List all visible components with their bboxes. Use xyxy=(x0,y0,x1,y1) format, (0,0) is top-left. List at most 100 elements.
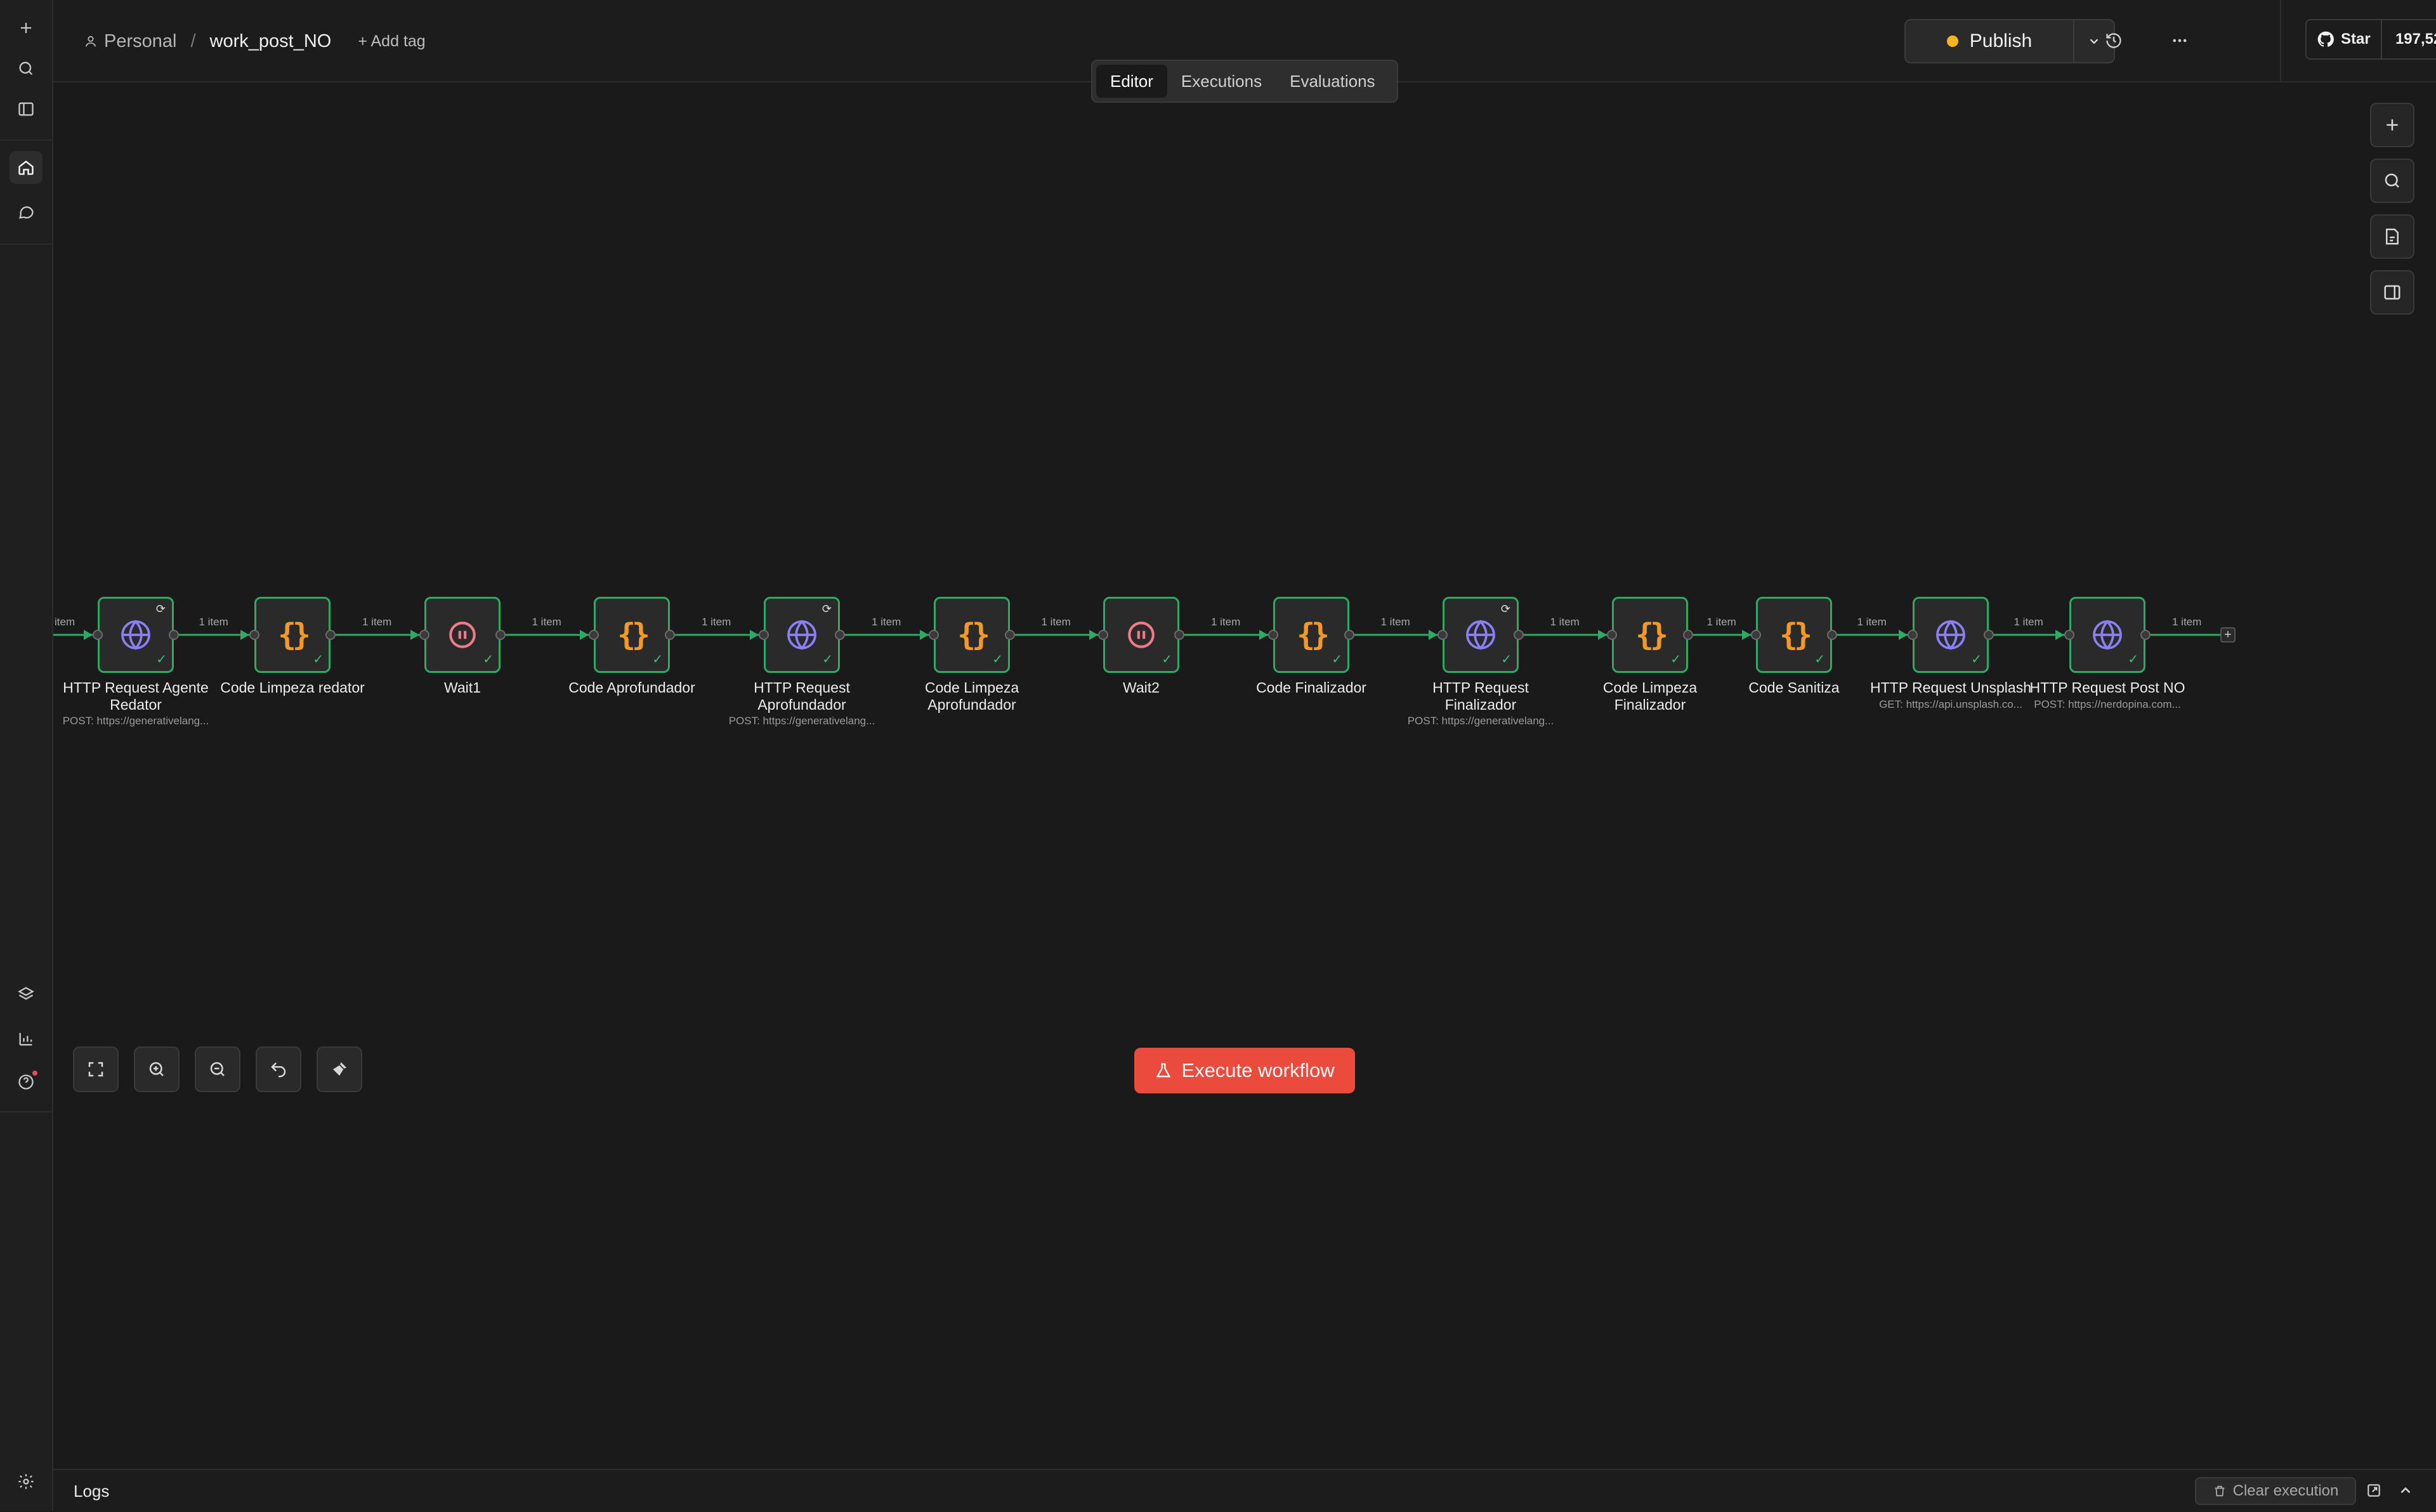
node-label: Wait2 xyxy=(1123,679,1160,696)
workflow-node-code[interactable]: {} ✓ xyxy=(1273,597,1349,673)
node-subtitle: POST: https://nerdopina.com... xyxy=(2034,698,2181,710)
edge-item-count: 1 item xyxy=(1211,616,1241,628)
input-port[interactable] xyxy=(589,630,599,640)
zoom-out-icon xyxy=(210,1062,225,1076)
code-braces-icon: {} xyxy=(957,617,990,653)
output-port[interactable] xyxy=(495,630,506,640)
connection-arrow xyxy=(920,630,929,640)
logs-title[interactable]: Logs xyxy=(74,1482,109,1501)
success-check-icon: ✓ xyxy=(483,653,494,667)
input-port[interactable] xyxy=(93,630,103,640)
input-port[interactable] xyxy=(929,630,939,640)
pop-out-icon[interactable] xyxy=(2362,1479,2385,1502)
workflow-node-code[interactable]: {} ✓ xyxy=(934,597,1010,673)
output-port[interactable] xyxy=(1683,630,1693,640)
undo-icon xyxy=(271,1062,286,1078)
node-label: Code Limpeza Finalizador xyxy=(1602,679,1698,713)
globe-icon xyxy=(1466,620,1495,650)
pause-icon xyxy=(1128,622,1155,648)
output-port[interactable] xyxy=(835,630,845,640)
workflow-node-code[interactable]: {} ✓ xyxy=(594,597,670,673)
output-port[interactable] xyxy=(2140,630,2151,640)
code-braces-icon: {} xyxy=(617,617,650,653)
workflow-node-wait[interactable]: ✓ xyxy=(424,597,501,673)
success-check-icon: ✓ xyxy=(1501,653,1512,667)
success-check-icon: ✓ xyxy=(313,653,324,667)
output-port[interactable] xyxy=(665,630,675,640)
success-check-icon: ✓ xyxy=(1971,653,1982,667)
node-label: HTTP Request Agente Redator xyxy=(63,679,209,713)
input-port[interactable] xyxy=(419,630,429,640)
input-port[interactable] xyxy=(759,630,769,640)
broom-icon xyxy=(333,1062,347,1076)
node-label: Code Limpeza redator xyxy=(220,679,365,696)
code-braces-icon: {} xyxy=(1297,617,1330,653)
success-check-icon: ✓ xyxy=(652,653,663,667)
input-port[interactable] xyxy=(1437,630,1448,640)
input-port[interactable] xyxy=(1607,630,1617,640)
clear-execution-button[interactable]: Clear execution xyxy=(2195,1477,2356,1505)
node-subtitle: GET: https://api.unsplash.co... xyxy=(1879,698,2022,710)
chevron-up-icon[interactable] xyxy=(2394,1479,2417,1502)
input-port[interactable] xyxy=(1268,630,1278,640)
workflow-node-code[interactable]: {} ✓ xyxy=(254,597,331,673)
output-port[interactable] xyxy=(1514,630,1524,640)
success-check-icon: ✓ xyxy=(1670,653,1681,667)
workflow-node-code[interactable]: {} ✓ xyxy=(1612,597,1688,673)
input-port[interactable] xyxy=(249,630,259,640)
trash-icon xyxy=(2215,1485,2224,1497)
workflow-node-wait[interactable]: ✓ xyxy=(1103,597,1179,673)
workflow-node-http[interactable]: ✓ ⟳ xyxy=(1443,597,1519,673)
edge-item-count: 1 item xyxy=(702,616,731,628)
workflow-node-http[interactable]: ✓ xyxy=(2069,597,2145,673)
globe-icon xyxy=(1936,620,1965,650)
connection-arrow xyxy=(1742,630,1751,640)
connection-arrow xyxy=(240,630,249,640)
flask-icon xyxy=(1156,1063,1171,1078)
tidy-up-button[interactable] xyxy=(317,1046,362,1092)
output-port[interactable] xyxy=(1005,630,1015,640)
input-port[interactable] xyxy=(2064,630,2074,640)
globe-icon xyxy=(2093,620,2122,650)
node-subtitle: POST: https://generativelang... xyxy=(62,715,209,727)
zoom-in-icon xyxy=(149,1062,164,1076)
connection-arrow xyxy=(84,630,93,640)
node-label: HTTP Request Post NO xyxy=(2029,679,2185,696)
connection-arrow xyxy=(580,630,589,640)
globe-icon xyxy=(121,620,150,650)
output-port[interactable] xyxy=(325,630,336,640)
workflow-node-http[interactable]: ✓ ⟳ xyxy=(98,597,174,673)
refresh-icon: ⟳ xyxy=(822,603,832,615)
add-next-node-button[interactable]: + xyxy=(2220,627,2236,642)
workflow-node-http[interactable]: ✓ xyxy=(1913,597,1989,673)
edge-item-count: 1 item xyxy=(532,616,561,628)
success-check-icon: ✓ xyxy=(1162,653,1172,667)
node-label: HTTP Request Unsplash xyxy=(1870,679,2031,696)
connection-arrow xyxy=(1899,630,1908,640)
node-label: Code Finalizador xyxy=(1256,679,1366,696)
edge-item-count: 1 item xyxy=(1041,616,1071,628)
input-port[interactable] xyxy=(1908,630,1918,640)
workflow-node-code[interactable]: {} ✓ xyxy=(1756,597,1832,673)
node-label: Code Limpeza Aprofundador xyxy=(924,679,1019,713)
output-port[interactable] xyxy=(1984,630,1994,640)
output-port[interactable] xyxy=(1344,630,1354,640)
workflow-node-http[interactable]: ✓ ⟳ xyxy=(764,597,840,673)
success-check-icon: ✓ xyxy=(1814,653,1825,667)
connection-arrow xyxy=(1429,630,1437,640)
input-port[interactable] xyxy=(1098,630,1108,640)
zoom-out-button[interactable] xyxy=(195,1046,240,1092)
output-port[interactable] xyxy=(1174,630,1184,640)
output-port[interactable] xyxy=(169,630,179,640)
code-braces-icon: {} xyxy=(1635,617,1668,653)
edge-item-count: 1 item xyxy=(872,616,901,628)
edge-item-count: 1 item xyxy=(1857,616,1887,628)
edge-item-count: 1 item xyxy=(1706,616,1736,628)
fit-view-button[interactable] xyxy=(73,1046,119,1092)
zoom-in-button[interactable] xyxy=(134,1046,180,1092)
output-port[interactable] xyxy=(1827,630,1837,640)
input-port[interactable] xyxy=(1751,630,1761,640)
execute-workflow-button[interactable]: Execute workflow xyxy=(1134,1048,1355,1093)
node-label: Wait1 xyxy=(444,679,481,696)
undo-button[interactable] xyxy=(256,1046,301,1092)
